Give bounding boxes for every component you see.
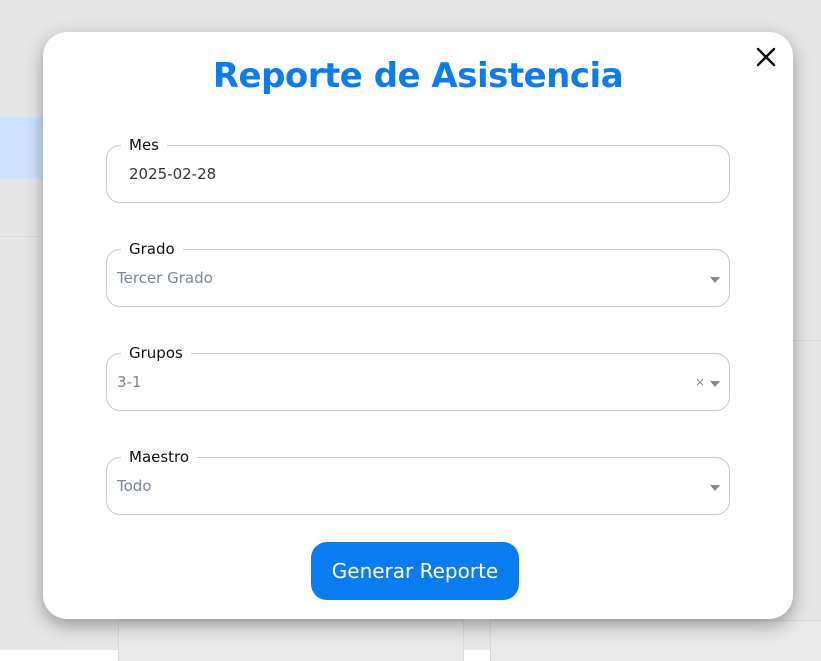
groups-label: Grupos bbox=[121, 342, 191, 364]
month-value: 2025-02-28 bbox=[129, 165, 217, 183]
grade-select[interactable]: Grado Tercer Grado bbox=[106, 238, 730, 307]
background-card-families bbox=[490, 620, 821, 661]
chevron-down-icon[interactable] bbox=[710, 381, 720, 387]
groups-select[interactable]: Grupos 3-1 × bbox=[106, 342, 730, 411]
attendance-report-modal: Reporte de Asistencia Mes 2025-02-28 Gra… bbox=[43, 32, 793, 619]
background-sidebar-highlight bbox=[0, 117, 44, 179]
teacher-select[interactable]: Maestro Todo bbox=[106, 446, 730, 515]
grade-label: Grado bbox=[121, 238, 183, 260]
background-card-students bbox=[118, 620, 464, 661]
chevron-down-icon[interactable] bbox=[710, 277, 720, 283]
background-divider-right bbox=[793, 340, 821, 341]
month-field[interactable]: Mes 2025-02-28 bbox=[106, 134, 730, 203]
teacher-value: Todo bbox=[117, 477, 152, 495]
groups-value: 3-1 bbox=[117, 373, 142, 391]
generate-report-button[interactable]: Generar Reporte bbox=[311, 542, 519, 600]
background-divider bbox=[0, 236, 44, 237]
month-label: Mes bbox=[121, 134, 167, 156]
teacher-label: Maestro bbox=[121, 446, 198, 468]
chevron-down-icon[interactable] bbox=[710, 485, 720, 491]
grade-value: Tercer Grado bbox=[117, 269, 213, 287]
modal-title: Reporte de Asistencia bbox=[212, 56, 624, 96]
clear-icon[interactable]: × bbox=[695, 375, 705, 389]
